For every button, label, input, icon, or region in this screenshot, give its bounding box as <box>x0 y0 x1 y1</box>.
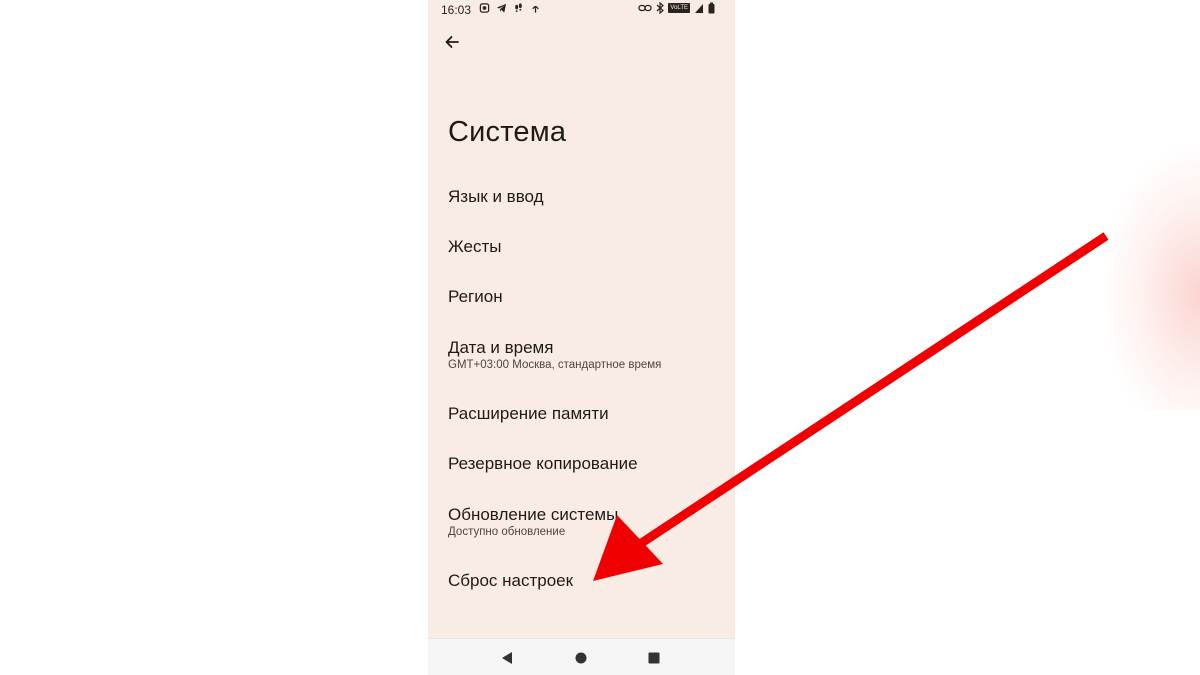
menu-item-label: Резервное копирование <box>448 454 638 473</box>
link-icon <box>638 4 653 12</box>
menu-item-summary: Доступно обновление <box>448 526 566 538</box>
menu-item-date-time[interactable]: Дата и время GMT+03:00 Москва, стандартн… <box>448 338 718 371</box>
menu-item-label: Регион <box>448 287 503 306</box>
battery-icon <box>708 2 715 14</box>
status-left-icons <box>479 2 541 14</box>
menu-item-label: Обновление системы <box>448 505 619 524</box>
navigation-bar <box>428 638 735 675</box>
background-glow <box>1106 150 1200 410</box>
menu-item-label: Дата и время <box>448 338 554 357</box>
status-right-icons: VoLTE <box>638 2 715 14</box>
phone-screen: 16:03 VoLTE Система Язык и ввод Жесты Ре… <box>428 0 735 675</box>
menu-item-label: Сброс настроек <box>448 571 574 590</box>
signal-bars-icon <box>695 4 703 13</box>
back-button[interactable] <box>440 30 464 54</box>
menu-item-label: Расширение памяти <box>448 404 609 423</box>
status-time: 16:03 <box>441 3 472 17</box>
menu-item-language-input[interactable]: Язык и ввод <box>448 187 718 207</box>
arrow-back-icon <box>445 36 459 48</box>
notification-icon <box>479 3 490 13</box>
volte-icon: VoLTE <box>668 3 690 13</box>
menu-item-summary: GMT+03:00 Москва, стандартное время <box>448 359 662 371</box>
menu-item-label: Язык и ввод <box>448 187 544 206</box>
menu-item-region[interactable]: Регион <box>448 287 718 307</box>
signal-icon <box>532 5 539 13</box>
menu-item-memory-extension[interactable]: Расширение памяти <box>448 404 718 424</box>
menu-item-gestures[interactable]: Жесты <box>448 237 718 257</box>
home-circle-icon[interactable] <box>573 650 589 666</box>
recents-square-icon[interactable] <box>646 650 662 666</box>
footsteps-icon <box>515 3 522 13</box>
status-bar: 16:03 VoLTE <box>428 0 735 20</box>
page-title: Система <box>448 116 567 148</box>
menu-item-backup[interactable]: Резервное копирование <box>448 454 718 474</box>
telegram-icon <box>496 3 507 13</box>
menu-item-reset-settings[interactable]: Сброс настроек <box>448 571 718 591</box>
menu-item-label: Жесты <box>448 237 502 256</box>
back-triangle-icon[interactable] <box>499 650 515 666</box>
bluetooth-icon <box>657 2 665 14</box>
menu-item-system-update[interactable]: Обновление системы Доступно обновление <box>448 505 718 538</box>
